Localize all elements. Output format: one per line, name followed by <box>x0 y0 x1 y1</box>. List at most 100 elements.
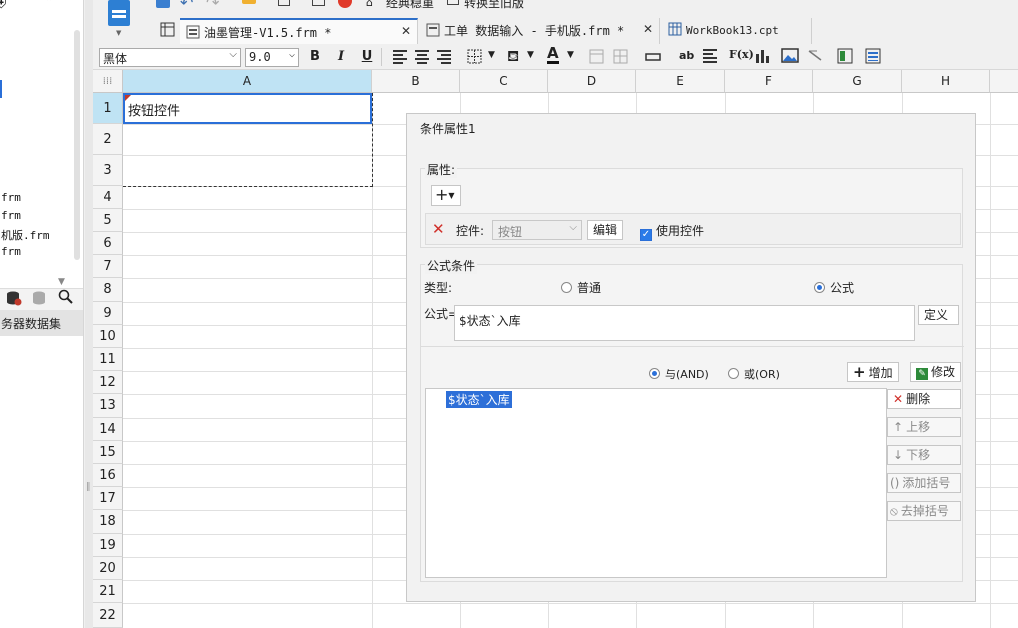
column-header-c[interactable]: C <box>460 70 548 93</box>
move-down-button[interactable]: ↓ 下移 <box>887 445 961 465</box>
column-header-f[interactable]: F <box>725 70 813 93</box>
align-right-icon[interactable] <box>437 50 453 67</box>
remove-property-icon[interactable]: ✕ <box>432 222 445 237</box>
column-header-h[interactable]: H <box>902 70 990 93</box>
condition-item[interactable]: $状态`入库 <box>446 391 512 408</box>
move-up-button[interactable]: ↑ 上移 <box>887 417 961 437</box>
rich-text-icon[interactable] <box>703 49 719 66</box>
text-field-icon[interactable] <box>645 50 661 67</box>
or-radio[interactable]: 或(OR) <box>728 366 780 382</box>
row-header-12[interactable]: 12 <box>93 371 123 394</box>
split-cells-icon[interactable] <box>613 49 629 68</box>
redo-icon[interactable]: ↷ <box>206 0 219 12</box>
condition-list[interactable]: $状态`入库 <box>425 388 887 578</box>
chart-icon[interactable] <box>755 48 771 67</box>
record-icon[interactable] <box>338 0 352 8</box>
row-header-14[interactable]: 14 <box>93 418 123 441</box>
cell-attributes-icon[interactable] <box>837 48 853 67</box>
text-icon[interactable]: ab <box>679 49 694 62</box>
widget-list-icon[interactable] <box>865 48 881 67</box>
brush-icon[interactable] <box>242 0 256 4</box>
close-icon[interactable]: ✕ <box>401 24 411 38</box>
control-select[interactable]: 按钮 ⌵ <box>492 220 582 240</box>
row-header-18[interactable]: 18 <box>93 510 123 534</box>
server-db-icon[interactable] <box>6 290 22 309</box>
formula-input[interactable]: $状态`入库 <box>454 305 915 341</box>
row-header-3[interactable]: 3 <box>93 155 123 186</box>
row-header-17[interactable]: 17 <box>93 487 123 510</box>
type-formula-radio[interactable]: 公式 <box>814 279 854 296</box>
column-header-b[interactable]: B <box>372 70 460 93</box>
bold-button[interactable]: B <box>307 48 323 66</box>
chevron-down-icon[interactable]: ▼ <box>567 50 574 60</box>
column-header-g[interactable]: G <box>813 70 902 93</box>
row-header-19[interactable]: 19 <box>93 534 123 557</box>
dropdown-arrow-icon[interactable]: ▼ <box>116 29 121 37</box>
formula-icon[interactable]: F(x) <box>729 48 754 61</box>
left-panel-scrollbar[interactable] <box>74 30 80 260</box>
row-header-22[interactable]: 22 <box>93 603 123 628</box>
font-family-select[interactable]: 黑体 ⌵ <box>99 48 241 67</box>
classic-theme-button[interactable]: 经典稳重 <box>386 0 434 11</box>
convert-icon[interactable] <box>447 0 459 5</box>
home-icon[interactable]: ⌂ <box>366 0 373 9</box>
tab-work-order-input[interactable]: 工单 数据输入 - 手机版.frm * ✕ <box>420 18 660 44</box>
row-header-13[interactable]: 13 <box>93 394 123 418</box>
row-header-6[interactable]: 6 <box>93 232 123 255</box>
align-center-icon[interactable] <box>415 50 431 67</box>
add-condition-button[interactable]: + 增加 <box>847 362 899 382</box>
save-icon[interactable] <box>156 0 170 8</box>
preview-icon[interactable] <box>278 0 290 6</box>
merge-cells-icon[interactable] <box>589 49 605 68</box>
slash-icon[interactable] <box>807 48 823 67</box>
collapse-arrow-icon[interactable]: ▼ <box>58 277 65 287</box>
search-icon[interactable] <box>58 289 74 308</box>
chevron-down-icon[interactable]: ▼ <box>488 50 495 60</box>
font-color-icon[interactable]: A <box>547 45 559 64</box>
add-bracket-button[interactable]: () 添加括号 <box>887 473 961 493</box>
search-preview-icon[interactable] <box>312 0 325 6</box>
modify-condition-button[interactable]: ✎ 修改 <box>910 362 962 382</box>
tab-workbook13[interactable]: WorkBook13.cpt <box>662 18 812 44</box>
row-header-16[interactable]: 16 <box>93 464 123 487</box>
convert-old-version-button[interactable]: 转换至旧版 <box>464 0 524 11</box>
row-header-11[interactable]: 11 <box>93 348 123 371</box>
grid-menu-icon[interactable] <box>160 22 176 41</box>
column-header-d[interactable]: D <box>548 70 636 93</box>
chevron-up-icon[interactable]: ⌃ <box>44 0 54 9</box>
file-item[interactable]: 机版.frm <box>1 227 50 243</box>
use-control-checkbox[interactable]: ✓ 使用控件 <box>640 222 704 241</box>
cell-a1[interactable]: 按钮控件 <box>123 93 372 124</box>
image-icon[interactable] <box>781 48 799 67</box>
edit-button[interactable]: 编辑 <box>587 220 624 240</box>
panel-splitter[interactable]: ‖ <box>85 0 93 628</box>
column-header-i[interactable] <box>990 70 1018 93</box>
row-header-15[interactable]: 15 <box>93 441 123 464</box>
row-header-9[interactable]: 9 <box>93 302 123 325</box>
add-property-button[interactable]: +▼ <box>431 185 461 206</box>
align-left-icon[interactable] <box>393 50 409 67</box>
type-normal-radio[interactable]: 普通 <box>561 279 601 296</box>
close-icon[interactable]: ✕ <box>643 22 653 36</box>
file-item[interactable]: frm <box>1 245 21 258</box>
delete-condition-button[interactable]: ✕ 删除 <box>887 389 961 409</box>
remove-bracket-button[interactable]: ⦸ 去掉括号 <box>887 501 961 521</box>
server-dataset-item[interactable]: 务器数据集 <box>0 310 83 336</box>
widget-designer-icon[interactable] <box>108 0 130 26</box>
row-header-10[interactable]: 10 <box>93 325 123 348</box>
column-header-e[interactable]: E <box>636 70 725 93</box>
font-size-select[interactable]: 9.0 ⌵ <box>245 48 299 67</box>
chevron-down-icon[interactable]: ▼ <box>527 50 534 60</box>
border-icon[interactable] <box>467 49 483 68</box>
file-item[interactable]: frm <box>1 209 21 222</box>
select-all-corner[interactable]: ⁞⁞⁞ <box>93 70 123 93</box>
row-header-4[interactable]: 4 <box>93 186 123 209</box>
define-button[interactable]: 定义 <box>918 305 959 325</box>
and-radio[interactable]: 与(AND) <box>649 366 709 382</box>
row-header-5[interactable]: 5 <box>93 209 123 232</box>
row-header-7[interactable]: 7 <box>93 255 123 278</box>
undo-icon[interactable]: ↶ <box>180 0 193 12</box>
column-header-a[interactable]: A <box>123 70 372 93</box>
row-header-8[interactable]: 8 <box>93 278 123 302</box>
row-header-2[interactable]: 2 <box>93 124 123 155</box>
